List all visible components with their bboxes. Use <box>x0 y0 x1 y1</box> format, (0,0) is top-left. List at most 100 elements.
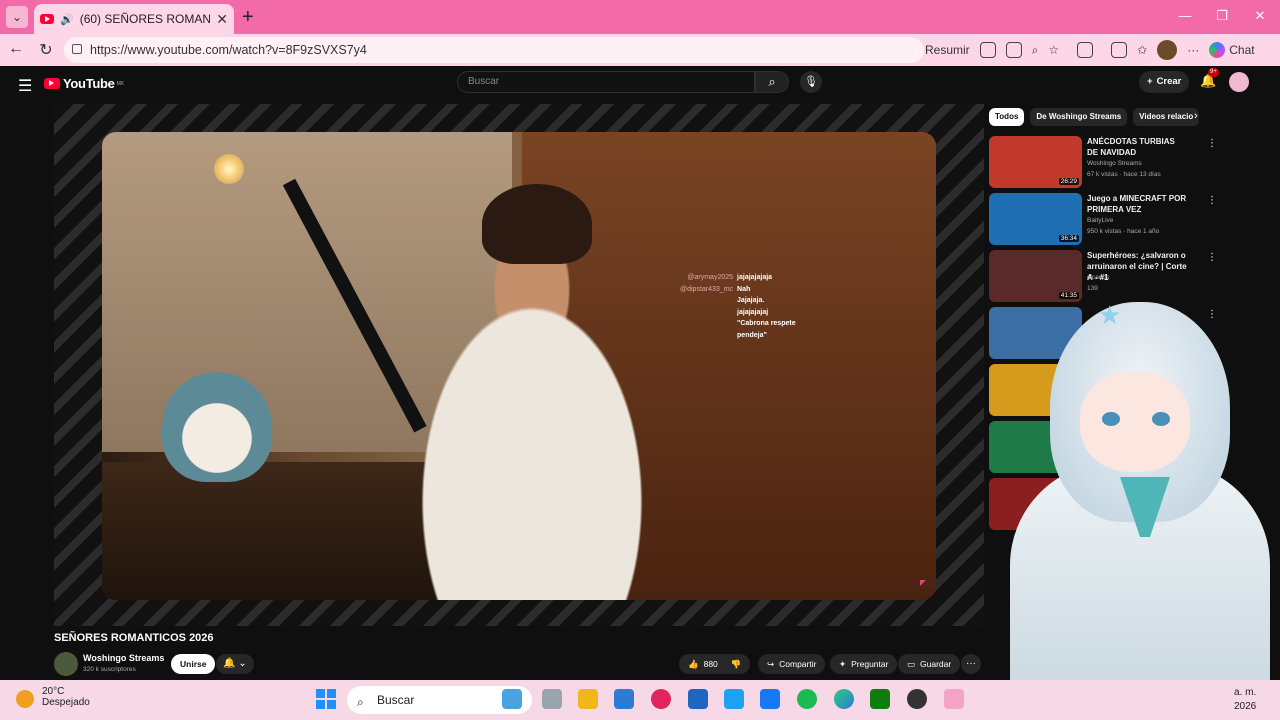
thumbs-down-icon[interactable]: 👎 <box>731 654 742 674</box>
moon-weather-icon <box>16 690 34 708</box>
system-clock[interactable]: a. m. 2026 <box>1234 686 1256 714</box>
recommendation-thumbnail[interactable]: 26:29 <box>989 136 1082 188</box>
vtuber-app-icon[interactable] <box>944 689 964 709</box>
video-scene-lamp <box>214 154 244 184</box>
clock-date: 2026 <box>1234 701 1257 712</box>
extensions-icon[interactable] <box>1077 42 1094 58</box>
spotify-icon[interactable] <box>797 689 817 709</box>
xbox-icon[interactable] <box>870 689 890 709</box>
channel-name[interactable]: Woshingo Streams <box>83 653 164 663</box>
back-button[interactable]: ← <box>6 40 26 58</box>
vtuber-face <box>1080 372 1190 472</box>
share-button[interactable]: ↪ Compartir <box>758 654 826 674</box>
media-control-icon[interactable] <box>1111 42 1128 58</box>
task-view-icon[interactable] <box>542 689 562 709</box>
video-title: SEÑORES ROMANTICOS 2026 <box>54 632 214 644</box>
chip-related[interactable]: Videos relacio <box>1133 108 1200 126</box>
chat-line: "Cabrona respete pendeja" <box>680 318 825 341</box>
user-avatar[interactable] <box>1229 72 1249 92</box>
copilot-taskbar-icon[interactable] <box>502 689 522 709</box>
join-button[interactable]: Unirse <box>171 654 216 674</box>
weather-widget[interactable]: 20°C Despejado <box>16 686 90 708</box>
clock-time: a. m. <box>1234 687 1257 698</box>
chat-user: @arymay2025 <box>687 274 734 281</box>
taskbar-search-label: Buscar <box>377 693 415 707</box>
chip-channel[interactable]: De Woshingo Streams <box>1030 108 1128 126</box>
stream-chat-overlay: @arymay2025 jajajajajaja @dipstar433_mc Na… <box>680 272 825 341</box>
maximize-button[interactable]: ❐ <box>1212 8 1232 24</box>
recommendation-channel[interactable]: BaityLive <box>1087 217 1113 224</box>
browser-tab-bar: ⌄ 🔊 (60) SEÑORES ROMANTICOS 2026 ✕ + — ❐… <box>0 0 1280 34</box>
video-duration: 26:29 <box>1058 178 1079 185</box>
recommendation-channel[interactable]: Woshingo Streams <box>1087 160 1142 167</box>
temperature: 20°C <box>42 686 65 697</box>
recommendation-title[interactable]: ANÉCDOTAS TURBIAS DE NAVIDAD <box>1087 136 1187 158</box>
store-icon[interactable] <box>614 689 634 709</box>
close-window-button[interactable]: ✕ <box>1250 8 1270 24</box>
recommendation-thumbnail[interactable]: 36:34 <box>989 193 1082 245</box>
chat-label: Chat <box>1229 43 1255 57</box>
minimize-button[interactable]: — <box>1175 8 1195 23</box>
close-tab-icon[interactable]: ✕ <box>216 11 228 28</box>
weather-condition: Despejado <box>42 697 90 708</box>
profile-avatar[interactable] <box>1157 40 1178 60</box>
recommendation-title[interactable]: Juego a MINECRAFT POR PRIMERA VEZ <box>1087 193 1187 215</box>
more-menu-icon[interactable]: ··· <box>1187 43 1199 57</box>
channel-avatar[interactable] <box>54 652 78 676</box>
video-frame[interactable]: @arymay2025 jajajajajaja @dipstar433_mc Na… <box>102 132 936 600</box>
create-button[interactable]: + Crear <box>1139 71 1190 93</box>
search-input[interactable]: Buscar <box>457 71 755 93</box>
youtube-app-icon[interactable] <box>651 689 671 709</box>
bookmark-icon: ▭ <box>907 659 916 669</box>
zoom-icon[interactable]: ⌕ <box>1032 43 1039 58</box>
chat-line: Jajajaja. <box>680 295 825 307</box>
more-options-icon[interactable]: ⋮ <box>1207 195 1217 206</box>
like-button[interactable]: 👍 880 👎 <box>679 654 751 674</box>
windows-start-icon[interactable] <box>316 689 336 709</box>
reload-button[interactable]: ↻ <box>36 40 56 60</box>
obs-icon[interactable] <box>907 689 927 709</box>
copilot-chat-button[interactable]: Chat <box>1209 42 1255 58</box>
search-button[interactable]: ⌕ <box>755 71 789 93</box>
recommendation-meta: 950 k vistas · hace 1 año <box>1087 228 1160 235</box>
share-icon: ↪ <box>767 659 775 669</box>
recommendation-item[interactable]: 26:29 ANÉCDOTAS TURBIAS DE NAVIDAD Woshing… <box>989 136 1217 188</box>
chat-message: Nah <box>737 285 751 293</box>
apps-icon[interactable] <box>1005 42 1022 58</box>
chat-message: jajajajajaj <box>737 308 769 316</box>
translate-icon[interactable] <box>979 42 996 58</box>
subscription-bell-button[interactable]: 🔔 ⌄ <box>216 654 254 674</box>
vtuber-eye-left <box>1102 412 1120 426</box>
chevron-right-icon[interactable]: › <box>1194 110 1198 122</box>
twitter-icon[interactable] <box>724 689 744 709</box>
url-bar[interactable]: https://www.youtube.com/watch?v=8F9zSVXS… <box>64 37 924 63</box>
recommendation-meta: 67 k vistas · hace 13 días <box>1087 171 1161 178</box>
edge-icon[interactable] <box>834 689 854 709</box>
voice-search-icon[interactable]: 🎙 <box>800 71 822 93</box>
create-label: Crear <box>1156 76 1182 87</box>
favorites-icon[interactable]: ✩ <box>1137 43 1147 57</box>
speaker-icon[interactable]: 🔊 <box>60 13 74 26</box>
copilot-icon <box>1209 42 1226 58</box>
tab-actions-menu-button[interactable]: ⌄ <box>6 6 28 28</box>
sparkle-icon: ✦ <box>839 659 847 669</box>
outlook-icon[interactable] <box>688 689 708 709</box>
hamburger-menu-icon[interactable]: ☰ <box>18 76 32 96</box>
youtube-logo[interactable]: YouTube MX <box>44 76 124 91</box>
more-options-icon[interactable]: ⋮ <box>1207 138 1217 149</box>
windows-taskbar: 20°C Despejado ⌕ Buscar a. m. 2026 <box>0 680 1280 720</box>
ask-button[interactable]: ✦ Preguntar <box>830 654 898 674</box>
notifications-bell-icon[interactable]: 🔔 9+ <box>1200 68 1219 89</box>
facebook-icon[interactable] <box>760 689 780 709</box>
file-explorer-icon[interactable] <box>578 689 598 709</box>
favorite-star-icon[interactable]: ☆ <box>1048 43 1059 57</box>
new-tab-button[interactable]: + <box>242 6 254 28</box>
browser-tab-active[interactable]: 🔊 (60) SEÑORES ROMANTICOS 2026 ✕ <box>34 4 234 34</box>
vtuber-eye-right <box>1152 412 1170 426</box>
summarize-button[interactable]: Resumir <box>925 43 970 57</box>
browser-tools: Resumir ⌕ ☆ ✩ ··· Chat <box>925 38 1255 62</box>
tab-title: (60) SEÑORES ROMANTICOS 2026 <box>79 12 211 26</box>
recommendation-item[interactable]: 36:34 Juego a MINECRAFT POR PRIMERA VEZ Ba… <box>989 193 1217 245</box>
chip-todos[interactable]: Todos <box>989 108 1025 126</box>
video-player[interactable]: @arymay2025 jajajajajaja @dipstar433_mc Na… <box>54 104 984 626</box>
